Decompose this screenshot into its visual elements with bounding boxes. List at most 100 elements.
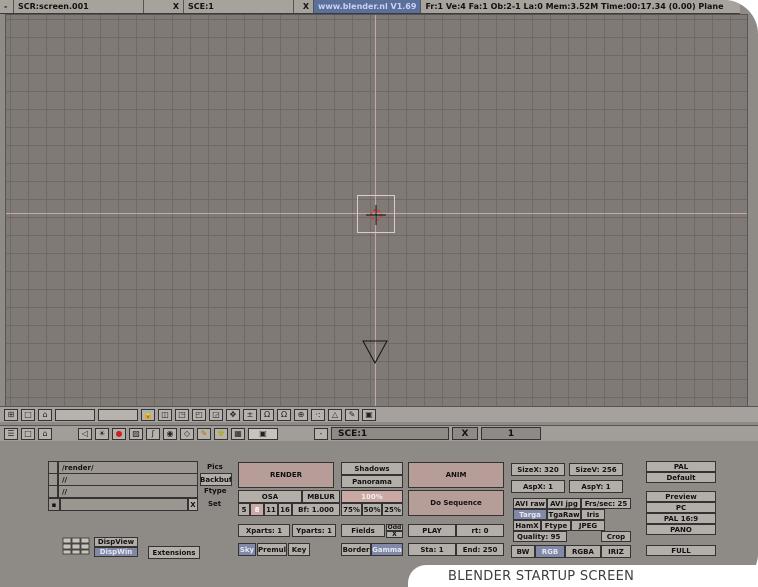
border-toggle[interactable]: Border	[341, 543, 371, 556]
default-preset-button[interactable]: Default	[646, 472, 716, 483]
size-100-button[interactable]: 100%	[341, 490, 403, 503]
pivot-icon[interactable]: ⊕	[294, 408, 308, 421]
view-side-icon[interactable]: ◰	[192, 408, 206, 421]
mblur-toggle[interactable]: MBLUR	[302, 490, 340, 503]
home-icon[interactable]: ⌂	[38, 408, 52, 421]
size-25-button[interactable]: 25%	[382, 503, 403, 516]
osa-16-button[interactable]: 16	[278, 503, 292, 516]
osa-8-button[interactable]: 8	[250, 503, 264, 516]
full-preset-button[interactable]: FULL	[646, 545, 716, 556]
full-window-icon[interactable]: □	[21, 408, 35, 421]
yparts-field[interactable]: Yparts: 1	[292, 524, 336, 537]
edit-buttons-icon[interactable]: ◇	[180, 427, 194, 440]
draw-mode-icon[interactable]: △	[328, 408, 342, 421]
scene-delete-button[interactable]: X	[452, 427, 478, 440]
ftype-path-field[interactable]: //	[58, 485, 198, 498]
pano-preset-button[interactable]: PANO	[646, 524, 716, 535]
osa-11-button[interactable]: 11	[264, 503, 278, 516]
world-buttons-icon[interactable]: ✎	[197, 427, 211, 440]
view-top-icon[interactable]: ◲	[209, 408, 223, 421]
full-window-icon[interactable]: □	[21, 427, 35, 440]
script-buttons-icon[interactable]: ▦	[231, 427, 245, 440]
xparts-field[interactable]: Xparts: 1	[238, 524, 290, 537]
ftype-browse-button[interactable]	[48, 485, 58, 498]
fields-toggle[interactable]: Fields	[341, 524, 385, 537]
panorama-toggle[interactable]: Panorama	[341, 475, 403, 488]
iriz-toggle[interactable]: IRIZ	[601, 545, 631, 558]
set-browse-button[interactable]: ▪	[48, 498, 60, 511]
3d-viewport[interactable]	[5, 14, 748, 407]
pal169-preset-button[interactable]: PAL 16:9	[646, 513, 716, 524]
sizex-field[interactable]: SizeX: 320	[511, 463, 565, 476]
dispview-toggle[interactable]: DispView	[94, 537, 138, 547]
play-button[interactable]: PLAY	[408, 524, 456, 537]
lock-icon[interactable]: 🔒	[141, 408, 155, 421]
premul-toggle[interactable]: Premul	[257, 543, 287, 556]
size-75-button[interactable]: 75%	[341, 503, 362, 516]
hamx-toggle[interactable]: HamX	[513, 520, 541, 531]
animation-buttons-icon[interactable]: ʃ	[146, 427, 160, 440]
key-toggle[interactable]: Key	[288, 543, 310, 556]
aspx-field[interactable]: AspX: 1	[511, 480, 565, 493]
edit-icon[interactable]: ✎	[345, 408, 359, 421]
home-icon[interactable]: ⌂	[38, 427, 52, 440]
screen-delete-button[interactable]: X	[144, 0, 184, 13]
rgb-toggle[interactable]: RGB	[535, 545, 565, 558]
layer-buttons-2[interactable]	[98, 408, 138, 421]
avi-raw-toggle[interactable]: AVI raw	[513, 498, 547, 509]
iris-toggle[interactable]: Iris	[581, 509, 605, 520]
scene-name-field[interactable]: SCE:1	[184, 0, 294, 13]
scene-name-field[interactable]: SCE:1	[331, 427, 449, 440]
radiosity-buttons-icon[interactable]: ☢	[214, 427, 228, 440]
anim-button[interactable]: ANIM	[408, 462, 504, 488]
extensions-button[interactable]: Extensions	[148, 546, 200, 559]
3d-cursor-icon[interactable]	[366, 205, 386, 225]
snap-icon[interactable]: ·:	[311, 408, 325, 421]
set-clear-button[interactable]: X	[188, 498, 198, 511]
bw-toggle[interactable]: BW	[511, 545, 535, 558]
odd-toggle[interactable]: Odd	[386, 524, 403, 531]
render-view-icon[interactable]: ▣	[362, 408, 376, 421]
zoom-icon[interactable]: ±	[243, 408, 257, 421]
sizey-field[interactable]: SizeV: 256	[569, 463, 623, 476]
screen-browse-button[interactable]: -	[0, 0, 14, 13]
tgaraw-toggle[interactable]: TgaRaw	[547, 509, 581, 520]
orbit-icon[interactable]: Ω	[277, 408, 291, 421]
view-buttons-icon[interactable]: ◁	[78, 427, 92, 440]
sky-toggle[interactable]: Sky	[238, 543, 256, 556]
do-sequence-button[interactable]: Do Sequence	[408, 490, 504, 516]
targa-toggle[interactable]: Targa	[513, 509, 547, 520]
end-frame-field[interactable]: End: 250	[456, 543, 504, 556]
osa-toggle[interactable]: OSA	[238, 490, 302, 503]
start-frame-field[interactable]: Sta: 1	[408, 543, 456, 556]
aspy-field[interactable]: AspY: 1	[569, 480, 623, 493]
osa-5-button[interactable]: 5	[238, 503, 250, 516]
backbuf-toggle[interactable]: Backbuf	[200, 473, 232, 486]
view-perspective-icon[interactable]: ◳	[175, 408, 189, 421]
scene-browse-button[interactable]: -	[314, 427, 328, 440]
material-buttons-icon[interactable]: ●	[112, 427, 126, 440]
set-name-field[interactable]	[60, 498, 188, 511]
camera-icon[interactable]	[362, 340, 388, 364]
crop-toggle[interactable]: Crop	[601, 531, 631, 542]
screen-name-field[interactable]: SCR:screen.001	[14, 0, 144, 13]
pc-preset-button[interactable]: PC	[646, 502, 716, 513]
dispwin-toggle[interactable]: DispWin	[94, 547, 138, 557]
render-button[interactable]: RENDER	[238, 462, 334, 488]
rotate-icon[interactable]: Ω	[260, 408, 274, 421]
rgba-toggle[interactable]: RGBA	[565, 545, 601, 558]
scene-delete-button[interactable]: X	[294, 0, 314, 13]
texture-buttons-icon[interactable]: ▨	[129, 427, 143, 440]
ftype-toggle[interactable]: Ftype	[541, 520, 571, 531]
avi-jpg-toggle[interactable]: AVI jpg	[547, 498, 581, 509]
window-type-icon[interactable]: ⊞	[4, 408, 18, 421]
grab-icon[interactable]: ✥	[226, 408, 240, 421]
pal-preset-button[interactable]: PAL	[646, 461, 716, 472]
gamma-toggle[interactable]: Gamma	[371, 543, 403, 556]
lamp-buttons-icon[interactable]: ☀	[95, 427, 109, 440]
odd-x-toggle[interactable]: X	[386, 531, 403, 538]
window-type-icon[interactable]: ☰	[4, 427, 18, 440]
size-50-button[interactable]: 50%	[362, 503, 382, 516]
shadows-toggle[interactable]: Shadows	[341, 462, 403, 475]
current-frame-field[interactable]: 1	[481, 427, 541, 440]
